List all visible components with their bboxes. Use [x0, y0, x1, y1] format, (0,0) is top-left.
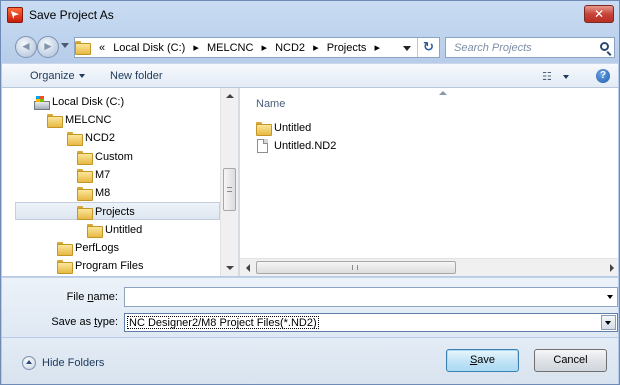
label-text: ype:	[97, 316, 118, 328]
sort-ascending-icon	[439, 91, 447, 95]
folder-icon	[67, 132, 83, 146]
organize-menu-button[interactable]: Organize	[30, 70, 85, 82]
tree-item-label: M7	[95, 169, 111, 181]
scroll-up-icon[interactable]	[226, 94, 234, 98]
save-type-label: Save as type:	[2, 316, 118, 328]
label-text: Save as	[51, 316, 95, 328]
label-text: File	[66, 291, 88, 303]
folder-icon	[256, 122, 272, 136]
tree-item-label: Untitled	[105, 224, 143, 236]
search-placeholder: Search Projects	[454, 42, 532, 54]
file-list-scrollbar[interactable]	[240, 258, 618, 276]
search-input[interactable]: Search Projects	[445, 37, 615, 58]
breadcrumb-overflow[interactable]: «	[99, 42, 105, 54]
button-label: ave	[477, 354, 496, 366]
tree-item-label: MELCNC	[65, 114, 112, 126]
search-icon[interactable]	[600, 42, 609, 51]
tree-item-label: Projects	[95, 206, 135, 218]
scroll-right-icon[interactable]	[610, 264, 614, 272]
file-item-label: Untitled.ND2	[274, 140, 337, 152]
breadcrumb-local-disk[interactable]: Local Disk (C:)	[113, 42, 185, 54]
window-title: Save Project As	[29, 8, 114, 22]
folder-icon	[77, 169, 93, 183]
folder-icon	[57, 260, 73, 274]
organize-label: Organize	[30, 70, 75, 82]
file-item-label: Untitled	[274, 122, 312, 134]
document-icon	[257, 139, 268, 153]
file-name-label: File name:	[2, 291, 118, 303]
app-logo-icon	[7, 7, 23, 23]
breadcrumb-separator-icon[interactable]: ▸	[193, 42, 199, 54]
tree-item-projects[interactable]: Projects	[15, 202, 220, 220]
folder-icon	[77, 206, 93, 220]
tree-item-label: NCD2	[85, 132, 115, 144]
tree-item-label: Program Files	[75, 260, 144, 272]
breadcrumb-ncd2[interactable]: NCD2	[275, 42, 305, 54]
title-bar[interactable]: Save Project As ✕	[1, 1, 619, 29]
breadcrumb: « Local Disk (C:) ▸ MELCNC ▸ NCD2 ▸ Proj…	[99, 41, 385, 54]
breadcrumb-projects[interactable]: Projects	[327, 42, 367, 54]
breadcrumb-separator-icon[interactable]: ▸	[261, 42, 267, 54]
file-name-field[interactable]	[124, 287, 618, 307]
drive-icon	[34, 96, 50, 110]
folder-icon	[47, 114, 63, 128]
hide-folders-label: Hide Folders	[42, 357, 105, 369]
navigation-pane-scrollbar[interactable]	[220, 88, 238, 276]
views-icon: ☷	[542, 71, 552, 83]
folder-icon	[87, 224, 103, 238]
cancel-button[interactable]: Cancel	[534, 349, 607, 372]
save-project-dialog: Save Project As ✕ ◄ ► « Local Disk (C:) …	[0, 0, 620, 385]
tree-item-label: Local Disk (C:)	[52, 96, 125, 108]
chevron-up-icon	[22, 356, 36, 370]
navigation-pane[interactable]: Local Disk (C:) MELCNC NCD2 Custom M7 M8…	[2, 88, 238, 276]
refresh-icon[interactable]: ↻	[417, 38, 439, 57]
save-type-value: NC Designer2/M8 Project Files(*.ND2)	[127, 316, 319, 329]
save-type-select[interactable]: NC Designer2/M8 Project Files(*.ND2)	[124, 313, 618, 332]
navigation-bar: ◄ ► « Local Disk (C:) ▸ MELCNC ▸ NCD2 ▸ …	[1, 31, 619, 61]
save-button[interactable]: Save	[446, 349, 519, 372]
back-button[interactable]: ◄	[15, 36, 37, 58]
tree-item-label: PerfLogs	[75, 242, 120, 254]
breadcrumb-separator-icon[interactable]: ▸	[375, 42, 381, 54]
grip-icon	[227, 187, 232, 192]
chevron-down-icon	[563, 75, 569, 79]
forward-button[interactable]: ►	[37, 36, 59, 58]
close-button[interactable]: ✕	[584, 5, 614, 23]
address-dropdown-icon[interactable]	[403, 46, 411, 51]
chevron-down-icon	[78, 74, 85, 79]
chevron-down-icon	[605, 321, 611, 325]
file-list[interactable]: Name Untitled Untitled.ND2	[240, 88, 618, 258]
grip-icon	[352, 265, 358, 270]
save-form: File name: Save as type: NC Designer2/M8…	[2, 277, 618, 337]
tree-item-label: Custom	[95, 151, 133, 163]
new-folder-button[interactable]: New folder	[110, 70, 163, 82]
change-view-button[interactable]: ☷	[542, 70, 572, 83]
scroll-thumb[interactable]	[256, 261, 456, 274]
address-bar[interactable]: « Local Disk (C:) ▸ MELCNC ▸ NCD2 ▸ Proj…	[74, 37, 440, 58]
dialog-footer: Hide Folders Save Cancel	[2, 338, 618, 384]
save-type-dropdown-button[interactable]	[601, 315, 616, 330]
tree-item-label: M8	[95, 187, 111, 199]
folder-icon	[77, 151, 93, 165]
breadcrumb-melcnc[interactable]: MELCNC	[207, 42, 253, 54]
help-icon[interactable]: ?	[596, 69, 610, 83]
recent-locations-icon[interactable]	[61, 43, 69, 48]
label-text: ame:	[93, 291, 118, 303]
folder-icon	[57, 242, 73, 256]
folder-icon	[77, 187, 93, 201]
folder-icon	[75, 41, 91, 55]
breadcrumb-separator-icon[interactable]: ▸	[313, 42, 319, 54]
scroll-down-icon[interactable]	[226, 266, 234, 270]
column-header-name[interactable]: Name	[256, 98, 285, 110]
scroll-thumb[interactable]	[223, 168, 236, 211]
command-toolbar: Organize New folder ☷ ?	[2, 63, 618, 88]
chevron-down-icon[interactable]	[607, 295, 613, 299]
scroll-left-icon[interactable]	[246, 264, 250, 272]
